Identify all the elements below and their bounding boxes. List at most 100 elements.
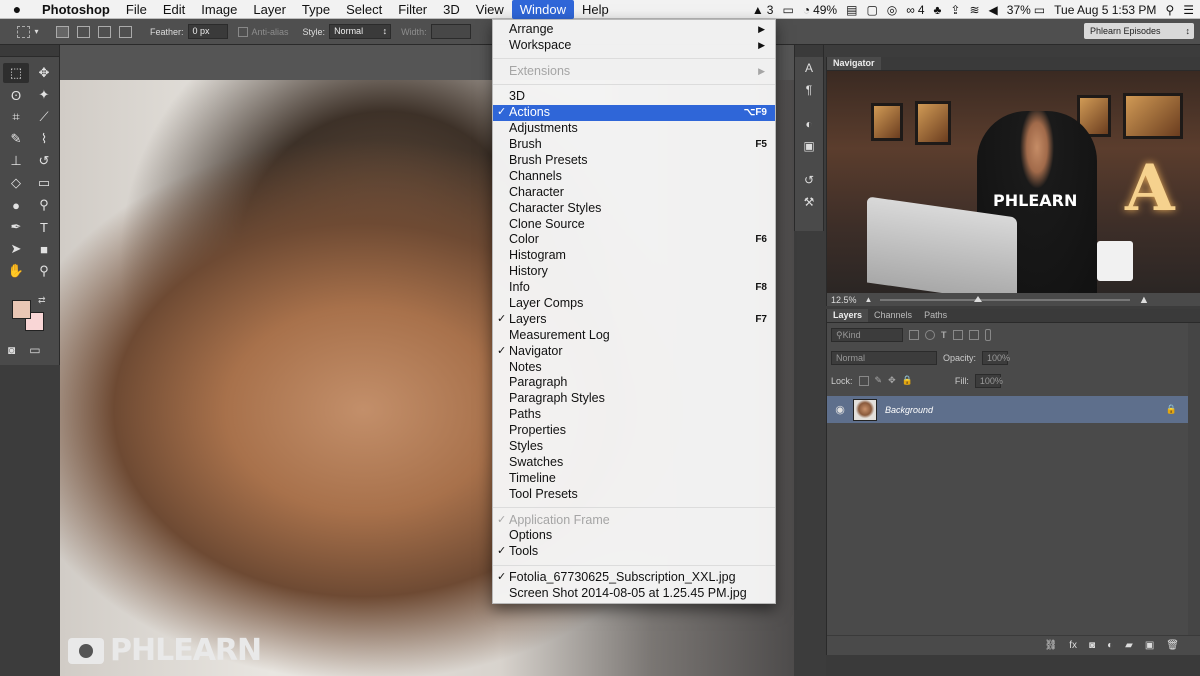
window-menu-item-properties[interactable]: Properties bbox=[493, 423, 775, 439]
swap-colors-icon[interactable]: ⇄ bbox=[38, 295, 46, 306]
window-menu-item-paragraph[interactable]: Paragraph bbox=[493, 375, 775, 391]
window-menu-item-3d[interactable]: 3D bbox=[493, 89, 775, 105]
window-menu-item-layers[interactable]: ✓ Layers F7 bbox=[493, 312, 775, 328]
tab-paths[interactable]: Paths bbox=[918, 309, 953, 322]
intersect-selection-icon[interactable] bbox=[119, 25, 132, 38]
window-menu-item-info[interactable]: Info F8 bbox=[493, 280, 775, 296]
video-icon[interactable]: ▭ bbox=[782, 3, 793, 17]
type-tool-icon[interactable]: T bbox=[31, 217, 57, 237]
layer-lock-icon[interactable]: 🔒 bbox=[1166, 404, 1177, 415]
window-menu-item-screen-shot-2014-08-05-at-1-25-45-pm-jpg[interactable]: Screen Shot 2014-08-05 at 1.25.45 PM.jpg bbox=[493, 586, 775, 602]
battery-status[interactable]: 37% ▭ bbox=[1007, 3, 1045, 17]
menu-view[interactable]: View bbox=[468, 0, 512, 19]
window-menu-item-workspace[interactable]: Workspace ▶ bbox=[493, 38, 775, 54]
foreground-color-swatch[interactable] bbox=[12, 300, 31, 319]
lasso-tool-icon[interactable]: ʘ bbox=[3, 85, 29, 105]
window-menu-item-tools[interactable]: ✓ Tools bbox=[493, 544, 775, 560]
menu-window[interactable]: Window bbox=[511, 0, 574, 19]
lock-image-icon[interactable]: ✎ bbox=[875, 375, 883, 386]
style-select[interactable]: Normal ↕ bbox=[329, 24, 392, 39]
filter-pixel-icon[interactable] bbox=[909, 329, 919, 340]
window-menu-item-adjustments[interactable]: Adjustments bbox=[493, 121, 775, 137]
quick-mask-icon[interactable]: ◙ bbox=[8, 343, 15, 357]
opacity-input[interactable]: 100% bbox=[982, 350, 1010, 365]
window-menu-item-notes[interactable]: Notes bbox=[493, 360, 775, 376]
spotlight-icon[interactable]: ⚲ bbox=[1165, 3, 1174, 17]
layer-row-background[interactable]: ◉ Background 🔒 bbox=[827, 396, 1189, 423]
zoom-value[interactable]: 12.5% bbox=[831, 295, 857, 305]
window-menu-item-fotolia-67730625-subscription-xxl-jpg[interactable]: ✓ Fotolia_67730625_Subscription_XXL.jpg bbox=[493, 570, 775, 586]
healing-brush-tool-icon[interactable]: ✎ bbox=[3, 129, 29, 149]
tab-layers[interactable]: Layers bbox=[827, 309, 869, 322]
rectangular-marquee-tool-icon[interactable]: ⬚ bbox=[3, 63, 29, 83]
evernote-icon[interactable]: ♣ bbox=[934, 3, 942, 17]
zoom-slider[interactable] bbox=[880, 295, 1131, 302]
filter-shape-icon[interactable] bbox=[952, 329, 963, 340]
window-menu-item-brush[interactable]: Brush F5 bbox=[493, 137, 775, 153]
window-menu-item-arrange[interactable]: Arrange ▶ bbox=[493, 22, 775, 38]
clone-stamp-tool-icon[interactable]: ⊥ bbox=[3, 151, 29, 171]
window-menu-item-timeline[interactable]: Timeline bbox=[493, 471, 775, 487]
history-panel-icon[interactable]: ↺ bbox=[795, 169, 823, 191]
navigator-preview[interactable]: PHLEARN A bbox=[827, 71, 1200, 293]
tab-navigator[interactable]: Navigator bbox=[827, 57, 881, 70]
window-menu-item-character-styles[interactable]: Character Styles bbox=[493, 201, 775, 217]
menu-3d[interactable]: 3D bbox=[435, 0, 468, 19]
window-menu-item-channels[interactable]: Channels bbox=[493, 169, 775, 185]
filter-type-icon[interactable]: T bbox=[941, 330, 947, 340]
menu-layer[interactable]: Layer bbox=[245, 0, 294, 19]
zoom-slider-knob[interactable] bbox=[974, 295, 983, 302]
layers-scrollbar[interactable] bbox=[1188, 323, 1200, 641]
visibility-eye-icon[interactable]: ◉ bbox=[827, 403, 853, 416]
window-menu-item-paragraph-styles[interactable]: Paragraph Styles bbox=[493, 391, 775, 407]
path-selection-tool-icon[interactable]: ➤ bbox=[3, 239, 29, 259]
move-tool-icon[interactable]: ✥ bbox=[31, 63, 57, 83]
eraser-tool-icon[interactable]: ◇ bbox=[3, 173, 29, 193]
width-input[interactable] bbox=[430, 24, 471, 39]
eyedropper-tool-icon[interactable]: ⟋ bbox=[31, 107, 57, 127]
brush-tool-icon[interactable]: ⌇ bbox=[31, 129, 57, 149]
new-selection-icon[interactable] bbox=[56, 25, 69, 38]
new-layer-icon[interactable]: ▣ bbox=[1145, 640, 1154, 651]
window-menu-item-measurement-log[interactable]: Measurement Log bbox=[493, 328, 775, 344]
wifi-icon[interactable]: ≋ bbox=[969, 3, 979, 17]
fill-input[interactable]: 100% bbox=[974, 373, 1003, 388]
layer-style-icon[interactable]: fx bbox=[1069, 640, 1077, 651]
magic-wand-tool-icon[interactable]: ✦ bbox=[31, 85, 57, 105]
zoom-tool-icon[interactable]: ⚲ bbox=[31, 261, 57, 281]
clipboard-icon[interactable]: ▤ bbox=[846, 3, 857, 17]
add-selection-icon[interactable] bbox=[77, 25, 90, 38]
new-adjustment-layer-icon[interactable]: ◐ bbox=[1107, 640, 1113, 651]
window-menu-item-navigator[interactable]: ✓ Navigator bbox=[493, 344, 775, 360]
paragraph-panel-icon[interactable]: ¶ bbox=[795, 79, 823, 101]
delete-layer-icon[interactable]: 🗑 bbox=[1166, 640, 1179, 651]
history-brush-tool-icon[interactable]: ↺ bbox=[31, 151, 57, 171]
window-menu-item-character[interactable]: Character bbox=[493, 185, 775, 201]
antialias-checkbox[interactable] bbox=[237, 26, 248, 37]
menu-type[interactable]: Type bbox=[294, 0, 338, 19]
new-group-icon[interactable]: ▰ bbox=[1125, 640, 1133, 651]
add-mask-icon[interactable]: ◙ bbox=[1089, 640, 1095, 651]
window-menu-item-swatches[interactable]: Swatches bbox=[493, 455, 775, 471]
lock-transparent-icon[interactable] bbox=[858, 375, 869, 386]
lock-all-icon[interactable]: 🔒 bbox=[902, 375, 913, 386]
window-menu-item-layer-comps[interactable]: Layer Comps bbox=[493, 296, 775, 312]
gradient-tool-icon[interactable]: ▭ bbox=[31, 173, 57, 193]
zoom-in-icon[interactable]: ▲ bbox=[1138, 294, 1149, 306]
window-menu-item-clone-source[interactable]: Clone Source bbox=[493, 217, 775, 233]
apple-menu-icon[interactable]: ● bbox=[0, 1, 34, 17]
dodge-tool-icon[interactable]: ⚲ bbox=[31, 195, 57, 215]
pen-tool-icon[interactable]: ✒ bbox=[3, 217, 29, 237]
properties-panel-icon[interactable]: ▣ bbox=[795, 135, 823, 157]
menu-image[interactable]: Image bbox=[193, 0, 245, 19]
volume-icon[interactable]: ◀ bbox=[989, 3, 998, 17]
sync-icon[interactable]: ◎ bbox=[887, 3, 897, 17]
adjustments-panel-icon[interactable]: ◐ bbox=[795, 113, 823, 135]
crop-tool-icon[interactable]: ⌗ bbox=[3, 107, 29, 127]
zoom-out-icon[interactable]: ▲ bbox=[865, 295, 873, 304]
menu-select[interactable]: Select bbox=[338, 0, 390, 19]
menu-filter[interactable]: Filter bbox=[390, 0, 435, 19]
display-icon[interactable]: ▢ bbox=[866, 3, 877, 17]
dock-header[interactable] bbox=[795, 45, 823, 57]
hand-tool-icon[interactable]: ✋ bbox=[3, 261, 29, 281]
